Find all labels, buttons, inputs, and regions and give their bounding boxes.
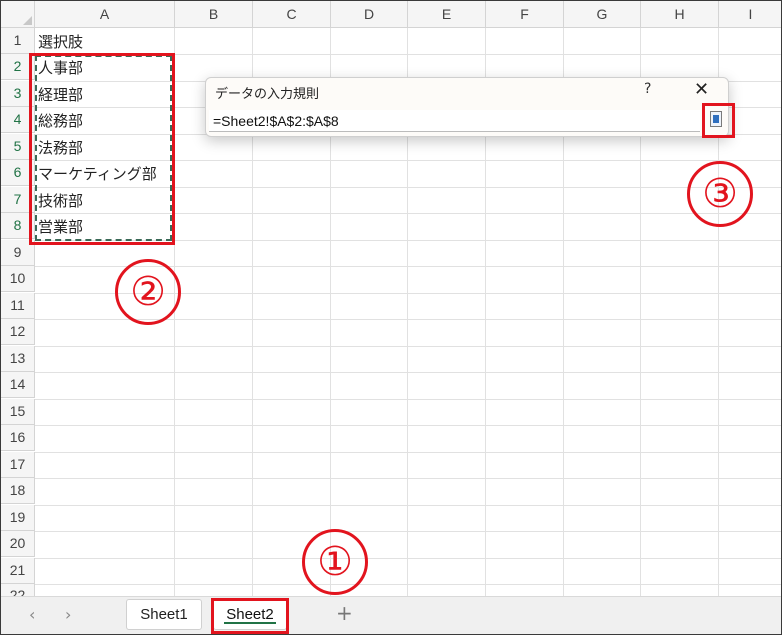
tab-sheet1[interactable]: Sheet1	[126, 599, 202, 630]
annotation-number-3: ③	[687, 161, 753, 227]
row-header-1[interactable]: 1	[1, 28, 35, 54]
data-validation-dialog: データの入力規則 ? ✕ =Sheet2!$A$2:$A$8	[205, 77, 729, 137]
row-header-16[interactable]: 16	[1, 425, 35, 451]
column-header-h[interactable]: H	[641, 1, 719, 28]
annotation-box-tab	[211, 598, 289, 634]
column-header-c[interactable]: C	[253, 1, 331, 28]
row-header-21[interactable]: 21	[1, 558, 35, 584]
row-header-20[interactable]: 20	[1, 531, 35, 557]
annotation-box-range	[29, 53, 175, 245]
source-range-input[interactable]: =Sheet2!$A$2:$A$8	[209, 110, 700, 132]
column-header-g[interactable]: G	[564, 1, 641, 28]
column-header-a[interactable]: A	[35, 1, 175, 28]
row-header-14[interactable]: 14	[1, 372, 35, 398]
add-sheet-icon[interactable]: +	[336, 601, 353, 625]
column-header-d[interactable]: D	[331, 1, 408, 28]
row-header-11[interactable]: 11	[1, 293, 35, 319]
sheet-tab-bar: ‹ › Sheet1 Sheet2 +	[1, 596, 781, 634]
annotation-box-expand	[702, 103, 735, 138]
next-sheet-icon[interactable]: ›	[65, 605, 71, 624]
column-header-f[interactable]: F	[486, 1, 564, 28]
help-icon[interactable]: ?	[644, 81, 651, 97]
column-header-b[interactable]: B	[175, 1, 253, 28]
row-header-17[interactable]: 17	[1, 452, 35, 478]
cell-a1[interactable]: 選択肢	[38, 29, 83, 55]
row-header-12[interactable]: 12	[1, 319, 35, 345]
dialog-title: データの入力規則	[215, 87, 320, 102]
select-all-corner[interactable]	[1, 1, 35, 28]
row-header-10[interactable]: 10	[1, 266, 35, 292]
column-header-i[interactable]: I	[719, 1, 781, 28]
row-header-15[interactable]: 15	[1, 399, 35, 425]
row-header-18[interactable]: 18	[1, 478, 35, 504]
row-header-19[interactable]: 19	[1, 505, 35, 531]
row-header-13[interactable]: 13	[1, 346, 35, 372]
prev-sheet-icon[interactable]: ‹	[29, 605, 35, 624]
close-icon[interactable]: ✕	[694, 79, 709, 100]
spreadsheet-window: A B C D E F G H I 1 2 3 4 5 6 7 8 9 10 1…	[0, 0, 782, 635]
annotation-number-2: ②	[115, 259, 181, 325]
annotation-number-1: ①	[302, 529, 368, 595]
column-header-e[interactable]: E	[408, 1, 486, 28]
